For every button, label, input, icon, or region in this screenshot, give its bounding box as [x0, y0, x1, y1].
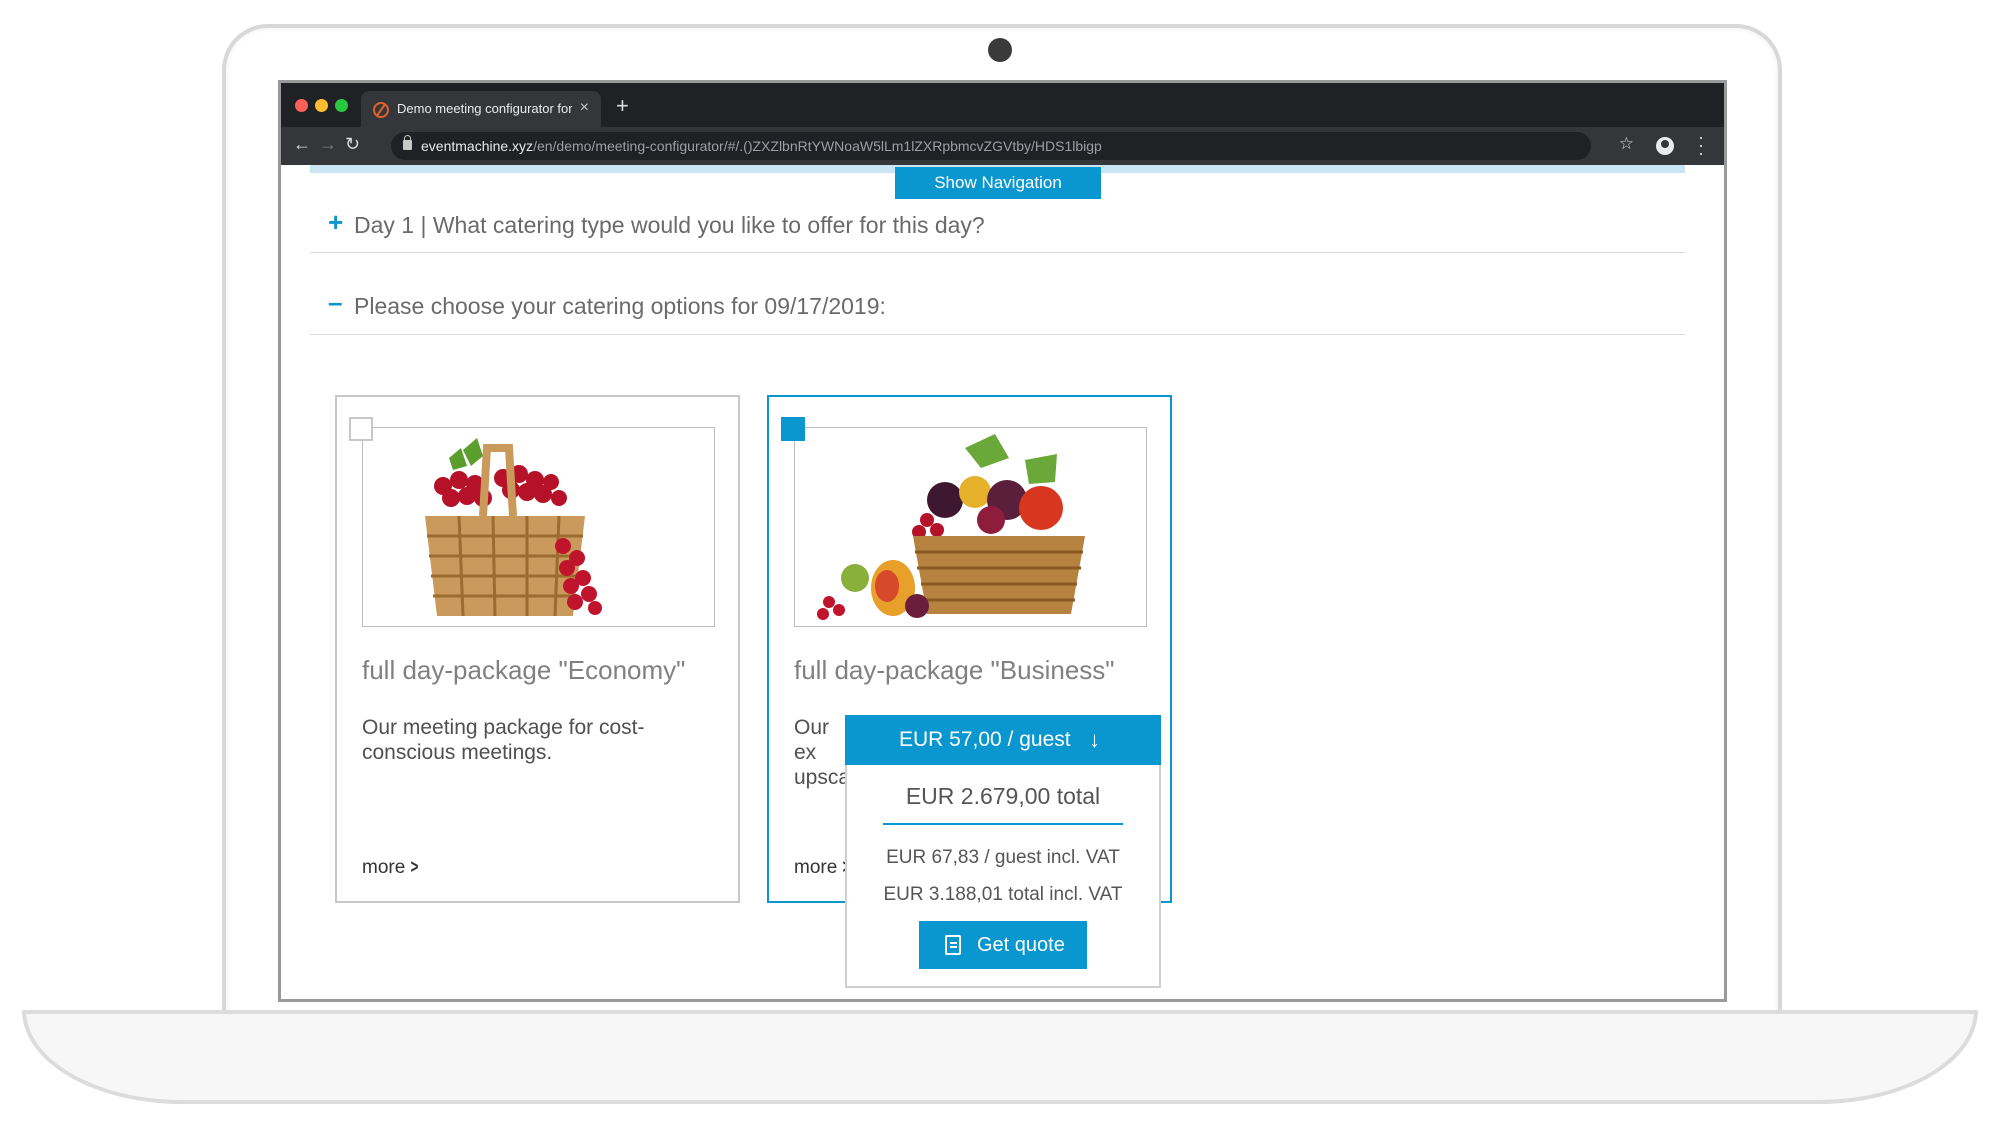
- url-input[interactable]: eventmachine.xyz/en/demo/meeting-configu…: [391, 132, 1591, 160]
- day-accordion-header[interactable]: + Day 1 | What catering type would you l…: [310, 201, 1685, 253]
- collapse-minus-icon: –: [328, 287, 343, 317]
- maximize-window-button[interactable]: [335, 99, 348, 112]
- price-total: EUR 2.679,00 total: [905, 783, 1101, 809]
- laptop-base: [22, 1010, 1978, 1104]
- camera-icon: [988, 38, 1012, 62]
- arrow-down-icon: ↓: [1089, 727, 1100, 752]
- expand-plus-icon: +: [328, 207, 344, 237]
- reload-icon[interactable]: ↻: [345, 134, 360, 155]
- catering-options-label: Please choose your catering options for …: [354, 293, 886, 319]
- browser-window: Demo meeting configurator for × + ← → ↻ …: [278, 80, 1727, 1002]
- catering-options-accordion-header[interactable]: – Please choose your catering options fo…: [310, 273, 1685, 335]
- business-package-image: [794, 427, 1147, 627]
- day-accordion-label: Day 1 | What catering type would you lik…: [354, 212, 985, 238]
- more-link-economy[interactable]: more >: [362, 857, 420, 879]
- select-economy-checkbox[interactable]: [349, 417, 373, 441]
- package-card-economy[interactable]: full day-package "Economy" Our meeting p…: [335, 395, 740, 903]
- page-content: Show Navigation + Day 1 | What catering …: [281, 165, 1724, 999]
- card-title-business: full day-package "Business": [794, 655, 1115, 685]
- url-text: eventmachine.xyz/en/demo/meeting-configu…: [421, 138, 1102, 154]
- site-favicon-icon: [373, 102, 389, 118]
- economy-package-image: [362, 427, 715, 627]
- tab-title: Demo meeting configurator for: [397, 101, 572, 116]
- laptop-mockup: Demo meeting configurator for × + ← → ↻ …: [0, 0, 2000, 1125]
- forward-arrow-icon[interactable]: →: [319, 134, 337, 155]
- browser-tab[interactable]: Demo meeting configurator for ×: [361, 91, 601, 127]
- price-per-guest-vat: EUR 67,83 / guest incl. VAT: [886, 847, 1120, 868]
- price-divider: [883, 823, 1123, 825]
- tab-bar: Demo meeting configurator for × +: [281, 83, 1724, 127]
- new-tab-button[interactable]: +: [616, 93, 629, 119]
- lock-icon: [403, 135, 412, 150]
- price-total-vat: EUR 3.188,01 total incl. VAT: [883, 884, 1123, 905]
- show-navigation-button[interactable]: Show Navigation: [895, 167, 1101, 199]
- card-description-economy: Our meeting package for cost-conscious m…: [362, 716, 645, 764]
- chevron-right-icon: >: [410, 857, 419, 878]
- browser-menu-icon[interactable]: · · ·: [1698, 128, 1704, 162]
- get-quote-label: Get quote: [977, 934, 1065, 956]
- document-icon: [945, 935, 961, 955]
- select-business-checkbox[interactable]: [781, 417, 805, 441]
- address-bar: ← → ↻ eventmachine.xyz/en/demo/meeting-c…: [281, 127, 1724, 165]
- tab-close-icon[interactable]: ×: [580, 99, 589, 117]
- card-title-economy: full day-package "Economy": [362, 655, 686, 685]
- bookmark-star-icon[interactable]: ☆: [1619, 134, 1634, 154]
- price-per-guest-toggle[interactable]: EUR 57,00 / guest ↓: [845, 715, 1161, 765]
- get-quote-button[interactable]: Get quote: [919, 921, 1087, 969]
- close-window-button[interactable]: [295, 99, 308, 112]
- profile-avatar-icon[interactable]: [1656, 137, 1674, 155]
- price-popover: EUR 57,00 / guest ↓ EUR 2.679,00 total E…: [845, 715, 1161, 988]
- price-per-guest: EUR 57,00 / guest: [899, 728, 1071, 751]
- more-link-business[interactable]: more>: [794, 857, 852, 879]
- back-arrow-icon[interactable]: ←: [293, 134, 311, 155]
- minimize-window-button[interactable]: [315, 99, 328, 112]
